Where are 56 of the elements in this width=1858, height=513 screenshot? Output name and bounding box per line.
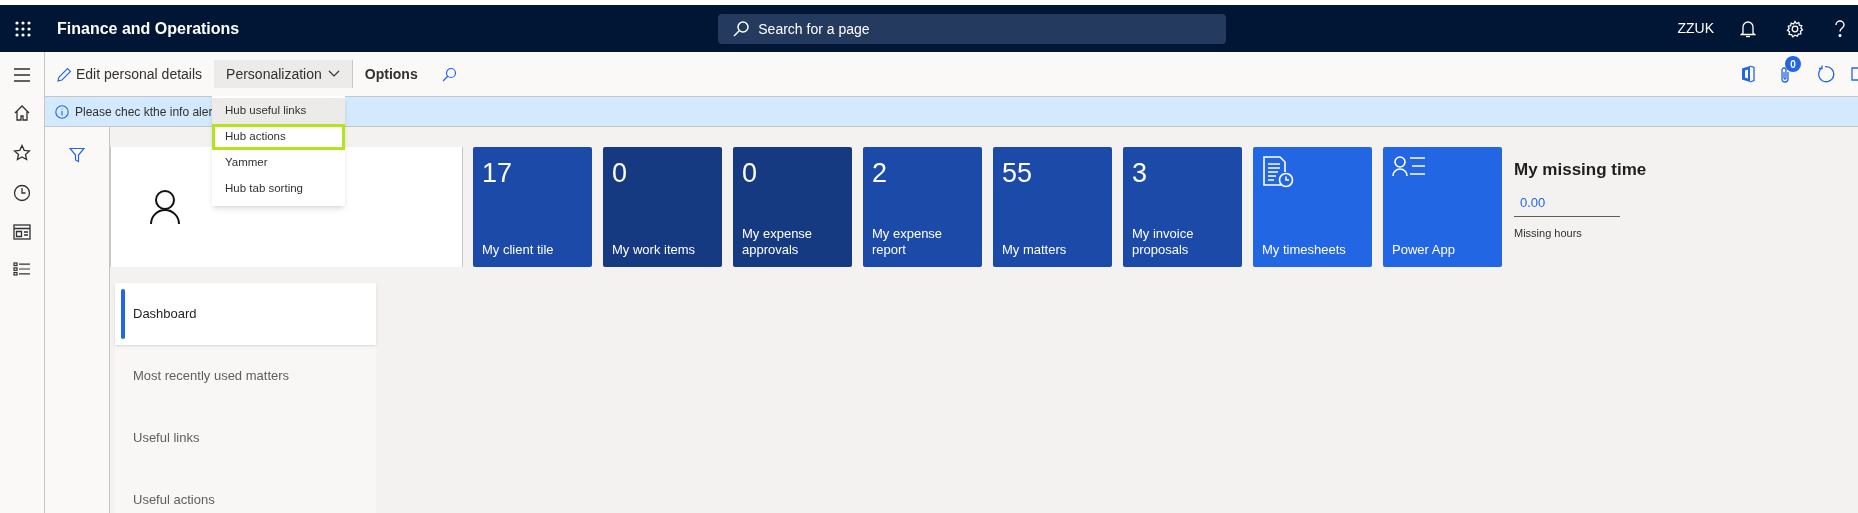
attachment-icon[interactable] (1779, 66, 1791, 84)
search-field[interactable]: Search for a page (718, 13, 1227, 44)
home-icon[interactable] (13, 104, 31, 122)
list-icon[interactable] (13, 262, 31, 276)
dashboard-tile[interactable]: 17 My client tile (473, 147, 592, 267)
app-title: Finance and Operations (57, 18, 240, 39)
menu-item[interactable]: Hub useful links (212, 98, 345, 124)
refresh-icon[interactable] (1817, 65, 1835, 83)
dashboard-tile[interactable]: 2 My expense report (863, 147, 982, 267)
dashboard-tile[interactable]: 3 My invoice proposals (1123, 147, 1242, 267)
tile-count: 2 (872, 158, 888, 188)
help-icon[interactable] (1834, 19, 1846, 38)
app-launcher-icon[interactable] (13, 19, 32, 38)
dashboard-tile[interactable]: 55 My matters (993, 147, 1112, 267)
info-message: Please chec kthe info aler (75, 103, 213, 121)
missing-time-title: My missing time (1514, 159, 1647, 181)
missing-hours-label: Missing hours (1514, 225, 1583, 241)
menu-item[interactable]: Hub actions (212, 124, 345, 150)
tab[interactable]: Useful actions (115, 469, 376, 513)
edit-details-button[interactable]: Edit personal details (45, 52, 215, 96)
tile-count: 3 (1132, 158, 1148, 188)
menu-item[interactable]: Hub tab sorting (212, 176, 345, 202)
clock-icon[interactable] (13, 184, 31, 202)
attachment-count-badge: 0 (1785, 56, 1801, 72)
dashboard-tile[interactable]: 0 My expense approvals (733, 147, 852, 267)
search-icon[interactable] (441, 66, 457, 82)
filter-icon[interactable] (69, 147, 85, 163)
bell-icon[interactable] (1740, 19, 1756, 38)
dashboard-tile[interactable]: 0 My work items (603, 147, 722, 267)
company-name[interactable]: ZZUK (1677, 18, 1714, 39)
tab[interactable]: Dashboard (115, 283, 376, 345)
missing-hours-field[interactable]: 0.00 (1514, 192, 1620, 217)
dashboard-tile[interactable]: Power App (1383, 147, 1502, 267)
tile-count: 0 (742, 158, 758, 188)
tile-count: 55 (1002, 158, 1033, 188)
person-icon (149, 189, 181, 225)
menu-icon[interactable] (13, 68, 31, 82)
chevron-icon (327, 70, 340, 78)
tab[interactable]: Most recently used matters (115, 345, 376, 407)
panel-icon[interactable] (1851, 67, 1858, 81)
pencil-icon (57, 66, 72, 82)
dashboard-tile[interactable]: My timesheets (1253, 147, 1372, 267)
workspace-icon[interactable] (13, 224, 31, 240)
timesheet-icon (1262, 155, 1294, 189)
person-list-icon (1392, 155, 1426, 177)
options-button[interactable]: Options (352, 52, 430, 96)
tile-count: 17 (482, 158, 513, 188)
menu-item[interactable]: Yammer (212, 150, 345, 176)
tab[interactable]: Useful links (115, 407, 376, 469)
info-icon (55, 104, 69, 119)
settings-icon[interactable] (1786, 19, 1804, 38)
personalization-dropdown[interactable]: Personalization (214, 60, 353, 88)
star-icon[interactable] (13, 144, 31, 162)
tile-count: 0 (612, 158, 628, 188)
search-icon (732, 19, 751, 38)
office-icon[interactable] (1741, 65, 1755, 83)
